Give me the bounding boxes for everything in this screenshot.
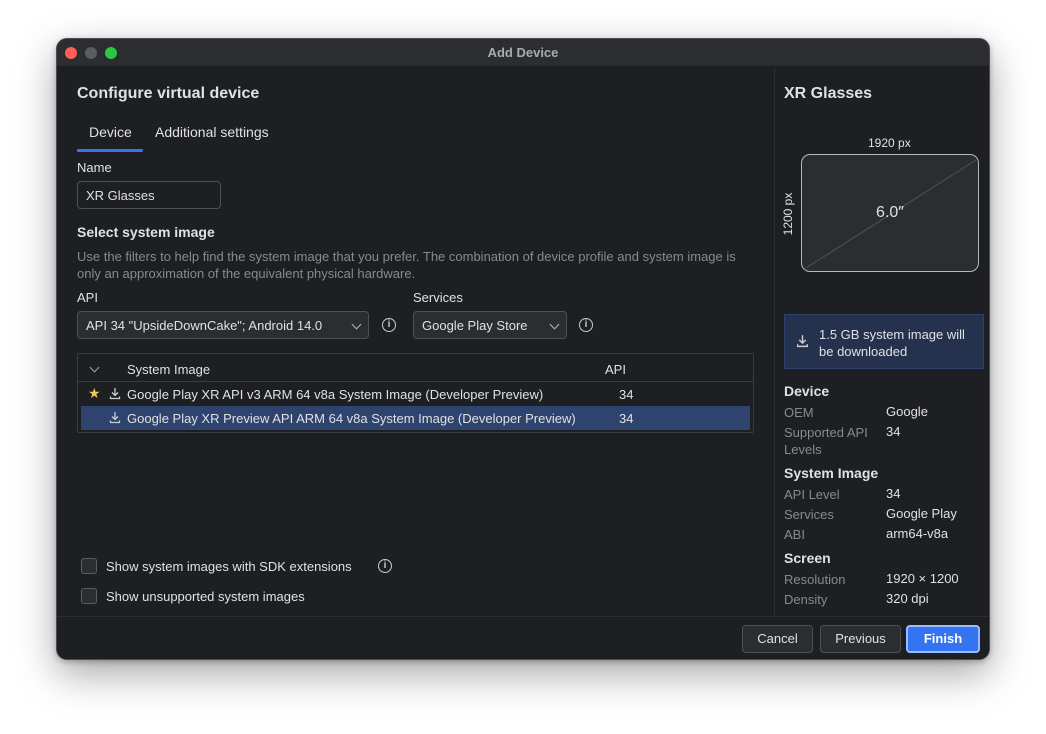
device-screen-preview: 6.0″ bbox=[801, 154, 979, 272]
services-key: Services bbox=[784, 507, 834, 522]
oem-value: Google bbox=[886, 404, 928, 419]
supported-api-value: 34 bbox=[886, 424, 901, 439]
screen-section-title: Screen bbox=[784, 550, 831, 566]
chevron-down-icon bbox=[351, 319, 362, 330]
download-notice: 1.5 GB system image will be downloaded bbox=[784, 314, 984, 369]
active-tab-indicator bbox=[77, 149, 143, 152]
supported-api-key: Supported API Levels bbox=[784, 425, 868, 457]
sdk-extensions-label[interactable]: Show system images with SDK extensions bbox=[106, 559, 352, 574]
title-bar: Add Device bbox=[57, 39, 989, 67]
cancel-button[interactable]: Cancel bbox=[742, 625, 813, 653]
api-label: API bbox=[77, 290, 98, 305]
device-section-title: Device bbox=[784, 383, 830, 399]
services-select-value: Google Play Store bbox=[422, 318, 528, 333]
tab-device[interactable]: Device bbox=[89, 124, 132, 140]
sdk-extensions-info-icon[interactable]: i bbox=[378, 559, 392, 573]
system-image-heading: Select system image bbox=[77, 224, 215, 240]
density-key: Density bbox=[784, 592, 828, 607]
device-summary-panel: XR Glasses 1920 px 1200 px 6.0″ 1.5 GB s… bbox=[774, 67, 989, 616]
column-header-api[interactable]: API bbox=[605, 362, 626, 377]
table-row[interactable]: ★ Google Play XR API v3 ARM 64 v8a Syste… bbox=[81, 382, 750, 406]
system-image-name: Google Play XR Preview API ARM 64 v8a Sy… bbox=[127, 411, 576, 426]
screen-diagonal-size: 6.0″ bbox=[876, 204, 904, 221]
sdk-extensions-checkbox[interactable] bbox=[81, 558, 97, 574]
table-row-selected[interactable]: Google Play XR Preview API ARM 64 v8a Sy… bbox=[81, 406, 750, 430]
density-value: 320 dpi bbox=[886, 591, 929, 606]
download-icon bbox=[109, 388, 121, 400]
abi-key: ABI bbox=[784, 527, 805, 542]
resolution-value: 1920 × 1200 bbox=[886, 571, 959, 586]
download-icon bbox=[796, 335, 809, 348]
system-image-api: 34 bbox=[619, 411, 634, 426]
screen-width-label: 1920 px bbox=[868, 136, 911, 150]
api-select[interactable]: API 34 "UpsideDownCake"; Android 14.0 bbox=[77, 311, 369, 339]
download-icon bbox=[109, 412, 121, 424]
name-label: Name bbox=[77, 160, 112, 175]
configure-panel: Configure virtual device Device Addition… bbox=[57, 67, 773, 616]
chevron-down-icon bbox=[549, 319, 560, 330]
api-level-key: API Level bbox=[784, 487, 840, 502]
services-info-icon[interactable]: i bbox=[579, 318, 593, 332]
window-title: Add Device bbox=[487, 45, 559, 60]
tab-additional-settings[interactable]: Additional settings bbox=[155, 124, 269, 140]
system-image-api: 34 bbox=[619, 387, 634, 402]
system-image-name: Google Play XR API v3 ARM 64 v8a System … bbox=[127, 387, 544, 402]
system-image-table: System Image API ★ Google Play XR API v3… bbox=[77, 353, 754, 433]
star-icon: ★ bbox=[88, 385, 101, 401]
finish-button[interactable]: Finish bbox=[906, 625, 980, 653]
device-title: XR Glasses bbox=[784, 85, 873, 102]
resolution-key: Resolution bbox=[784, 572, 846, 587]
api-info-icon[interactable]: i bbox=[382, 318, 396, 332]
collapse-chevron-icon[interactable] bbox=[89, 362, 100, 373]
system-image-section-title: System Image bbox=[784, 465, 879, 481]
download-notice-text: 1.5 GB system image will be downloaded bbox=[819, 327, 965, 359]
add-device-dialog: Add Device Configure virtual device Devi… bbox=[56, 38, 990, 660]
services-value: Google Play bbox=[886, 506, 957, 521]
services-label: Services bbox=[413, 290, 463, 305]
device-name-input[interactable] bbox=[77, 181, 221, 209]
api-select-value: API 34 "UpsideDownCake"; Android 14.0 bbox=[86, 318, 323, 333]
oem-key: OEM bbox=[784, 405, 814, 420]
unsupported-images-checkbox[interactable] bbox=[81, 588, 97, 604]
unsupported-images-label[interactable]: Show unsupported system images bbox=[106, 589, 305, 604]
page-title: Configure virtual device bbox=[77, 85, 260, 102]
services-select[interactable]: Google Play Store bbox=[413, 311, 567, 339]
abi-value: arm64-v8a bbox=[886, 526, 949, 541]
column-header-system-image[interactable]: System Image bbox=[127, 362, 210, 377]
api-level-value: 34 bbox=[886, 486, 901, 501]
screen-height-label: 1200 px bbox=[781, 192, 795, 236]
dialog-footer: Cancel Previous Finish bbox=[57, 616, 989, 659]
system-image-description: Use the filters to help find the system … bbox=[77, 249, 736, 281]
previous-button[interactable]: Previous bbox=[820, 625, 901, 653]
